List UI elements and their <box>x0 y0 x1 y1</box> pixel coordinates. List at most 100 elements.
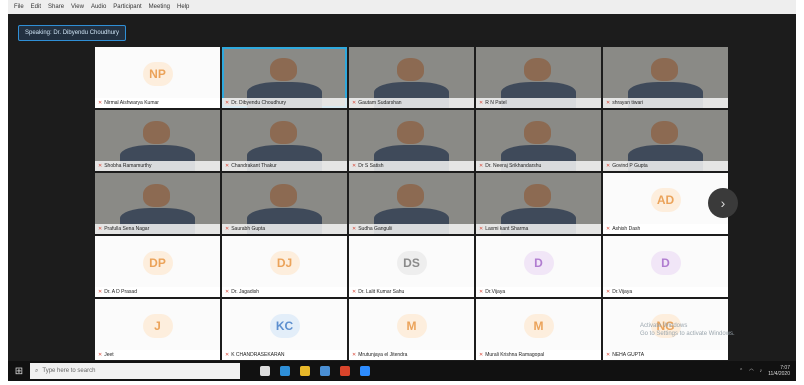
participant-name-label: ✕ K CHANDRASEKARAN <box>222 350 347 360</box>
mic-muted-icon: ✕ <box>352 163 357 169</box>
participant-video-head <box>396 57 424 82</box>
zoom-window: File Edit Share View Audio Participant Meeting… <box>8 0 796 381</box>
menu-item[interactable]: Help <box>177 4 189 10</box>
participant-tile[interactable]: DS ✕ Dr. Lalit Kumar Sahu <box>349 236 474 297</box>
participant-name-label: ✕ Dr.Vijaya <box>476 287 601 297</box>
participant-tile[interactable]: DJ ✕ Dr. Jagadish <box>222 236 347 297</box>
clock-date: 11/4/2020 <box>768 371 790 377</box>
activate-windows-watermark: Activate Windows Go to Settings to activ… <box>640 322 735 338</box>
participant-tile[interactable]: ✕ Govind P Gupta <box>603 110 728 171</box>
network-icon[interactable]: ◠ <box>749 368 753 374</box>
participant-name: Murali Krishna Ramagopal <box>485 352 545 358</box>
participant-name: R N Patel <box>485 100 507 106</box>
participant-tile[interactable]: ✕ Sudha Gangulii <box>349 173 474 234</box>
file-explorer-icon[interactable] <box>300 366 310 376</box>
participant-tile[interactable]: ✕ Dr. Dibyendu Choudhury <box>222 47 347 108</box>
taskbar-search[interactable]: ⌕ Type here to search <box>30 363 240 379</box>
participant-video-head <box>142 120 170 145</box>
participant-name: NEHA GUPTA <box>612 352 645 358</box>
participant-initials-avatar: DP <box>142 250 173 275</box>
participant-name: K CHANDRASEKARAN <box>231 352 285 358</box>
participant-name: Nirmal Aishwarya Kumar <box>104 100 159 106</box>
participant-name-label: ✕ Laxmi kant Sharma <box>476 224 601 234</box>
participant-tile[interactable]: J ✕ Jeet <box>95 299 220 360</box>
search-placeholder: Type here to search <box>42 368 96 374</box>
participant-name: Shobha Ramamurthy <box>104 163 152 169</box>
participant-name-label: ✕ Prafulla Sena Nagar <box>95 224 220 234</box>
participant-name-label: ✕ Nirmal Aishwarya Kumar <box>95 98 220 108</box>
mic-muted-icon: ✕ <box>225 226 230 232</box>
menu-item[interactable]: View <box>71 4 84 10</box>
participant-name-label: ✕ Dr. Jagadish <box>222 287 347 297</box>
participant-name-label: ✕ Dr. A D Prasad <box>95 287 220 297</box>
participant-tile[interactable]: ✕ Saurabh Gupta <box>222 173 347 234</box>
mic-muted-icon: ✕ <box>479 100 484 106</box>
participant-name-label: ✕ Chandrakant Thakur <box>222 161 347 171</box>
volume-icon[interactable]: ♪ <box>760 368 763 374</box>
mic-muted-icon: ✕ <box>352 289 357 295</box>
clock[interactable]: 7:07 11/4/2020 <box>768 365 790 377</box>
participant-name-label: ✕ Shobha Ramamurthy <box>95 161 220 171</box>
mic-muted-icon: ✕ <box>98 100 103 106</box>
participant-tile[interactable]: KC ✕ K CHANDRASEKARAN <box>222 299 347 360</box>
participant-initials-avatar: M <box>523 313 554 338</box>
participant-tile[interactable]: M ✕ Mrutunjaya el Jitendra <box>349 299 474 360</box>
task-view-icon[interactable] <box>260 366 270 376</box>
participant-tile[interactable]: NP ✕ Nirmal Aishwarya Kumar <box>95 47 220 108</box>
menu-item[interactable]: Participant <box>113 4 141 10</box>
mic-muted-icon: ✕ <box>98 163 103 169</box>
participant-video-head <box>523 57 551 82</box>
participant-initials-avatar: DS <box>396 250 427 275</box>
participant-grid: NP ✕ Nirmal Aishwarya Kumar ✕ Dr. Dibyendu C… <box>95 47 728 360</box>
participant-name-label: ✕ Dr S Satish <box>349 161 474 171</box>
participant-name-label: ✕ Murali Krishna Ramagopal <box>476 350 601 360</box>
tray-arrow-icon[interactable]: ⌃ <box>739 368 743 374</box>
edge-icon[interactable] <box>280 366 290 376</box>
participant-tile[interactable]: ✕ Shobha Ramamurthy <box>95 110 220 171</box>
participant-name: Govind P Gupta <box>612 163 648 169</box>
participant-tile[interactable]: M ✕ Murali Krishna Ramagopal <box>476 299 601 360</box>
participant-name-label: ✕ shrayan tiwari <box>603 98 728 108</box>
menu-item[interactable]: Edit <box>31 4 41 10</box>
participant-tile[interactable]: ✕ Laxmi kant Sharma <box>476 173 601 234</box>
participant-video-head <box>269 57 297 82</box>
participant-tile[interactable]: ✕ Dr S Satish <box>349 110 474 171</box>
participant-tile[interactable]: ✕ Dr. Neeraj Srikhandarshu <box>476 110 601 171</box>
participant-tile[interactable]: D ✕ Dr.Vijaya <box>603 236 728 297</box>
start-icon[interactable]: ⊞ <box>8 361 30 381</box>
mic-muted-icon: ✕ <box>606 289 611 295</box>
participant-tile[interactable]: ✕ Gautam Sudarshan <box>349 47 474 108</box>
menu-item[interactable]: Audio <box>91 4 106 10</box>
watermark-line2: Go to Settings to activate Windows. <box>640 331 735 337</box>
mic-muted-icon: ✕ <box>606 352 611 358</box>
participant-tile[interactable]: ✕ R N Patel <box>476 47 601 108</box>
participant-name: shrayan tiwari <box>612 100 644 106</box>
mic-muted-icon: ✕ <box>352 352 357 358</box>
participant-name: Jeet <box>104 352 114 358</box>
next-page-button[interactable]: › <box>708 188 738 218</box>
chrome-icon[interactable] <box>340 366 350 376</box>
participant-initials-avatar: DJ <box>269 250 300 275</box>
participant-name-label: ✕ Govind P Gupta <box>603 161 728 171</box>
participant-tile[interactable]: DP ✕ Dr. A D Prasad <box>95 236 220 297</box>
participant-name: Dr.Vijaya <box>485 289 506 295</box>
menu-item[interactable]: Meeting <box>149 4 170 10</box>
zoom-icon[interactable] <box>360 366 370 376</box>
participant-video-head <box>396 183 424 208</box>
participant-video-head <box>650 57 678 82</box>
mic-muted-icon: ✕ <box>98 226 103 232</box>
participant-tile[interactable]: ✕ shrayan tiwari <box>603 47 728 108</box>
participant-name-label: ✕ NEHA GUPTA <box>603 350 728 360</box>
mic-muted-icon: ✕ <box>225 352 230 358</box>
participant-tile[interactable]: D ✕ Dr.Vijaya <box>476 236 601 297</box>
participant-name-label: ✕ Ashish Dash <box>603 224 728 234</box>
mic-muted-icon: ✕ <box>352 226 357 232</box>
participant-tile[interactable]: ✕ Prafulla Sena Nagar <box>95 173 220 234</box>
menu-item[interactable]: File <box>14 4 24 10</box>
participant-tile[interactable]: ✕ Chandrakant Thakur <box>222 110 347 171</box>
menu-item[interactable]: Share <box>48 4 64 10</box>
participant-initials-avatar: J <box>142 313 173 338</box>
participant-initials-avatar: D <box>650 250 681 275</box>
mail-icon[interactable] <box>320 366 330 376</box>
mic-muted-icon: ✕ <box>606 226 611 232</box>
